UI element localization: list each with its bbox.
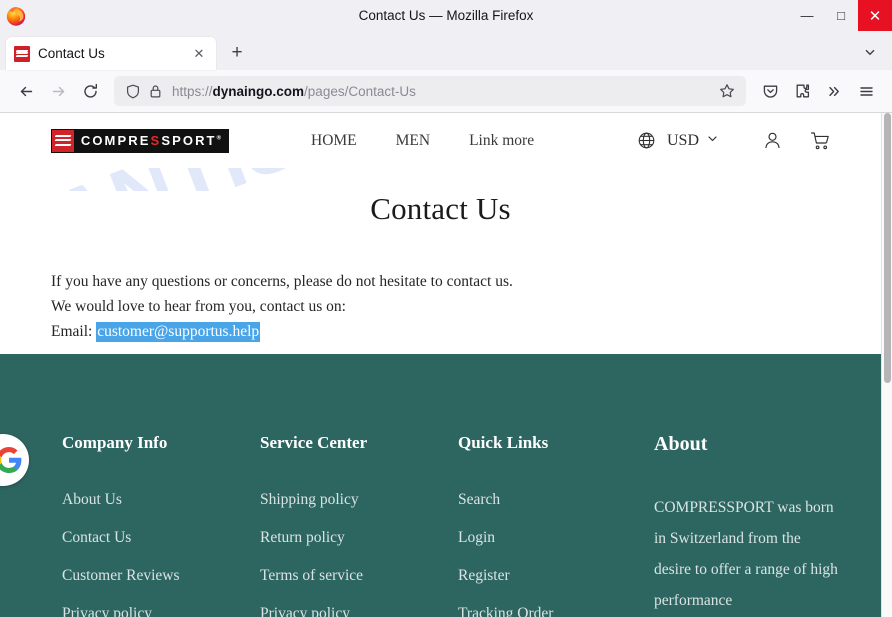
footer-link-return-policy[interactable]: Return policy: [260, 529, 458, 547]
footer-link-customer-reviews[interactable]: Customer Reviews: [62, 567, 260, 585]
footer-link-privacy-policy[interactable]: Privacy policy: [260, 605, 458, 617]
tab-title: Contact Us: [38, 46, 105, 61]
tab-list-chevron-icon[interactable]: [858, 40, 882, 64]
site-nav-menu: HOME MEN Link more: [311, 132, 534, 150]
site-footer: MYANTISPYWARE.COM Company Info About Us …: [0, 354, 881, 617]
contact-email-line: Email: customer@supportus.help: [51, 319, 881, 344]
contact-line-1: If you have any questions or concerns, p…: [51, 273, 513, 290]
url-bar[interactable]: https://dynaingo.com/pages/Contact-Us: [114, 76, 746, 106]
footer-column-quick-links: Quick Links Search Login Register Tracki…: [458, 433, 654, 617]
contact-body: If you have any questions or concerns, p…: [51, 269, 881, 344]
main-content: Contact Us If you have any questions or …: [0, 191, 881, 354]
footer-column-title: Company Info: [62, 433, 168, 452]
url-scheme: https://: [172, 83, 213, 99]
logo-text-after: SPORT: [161, 133, 217, 148]
tab-strip: Contact Us ✕ +: [0, 31, 892, 70]
footer-column-company-info: Company Info About Us Contact Us Custome…: [62, 433, 260, 617]
footer-link-about-us[interactable]: About Us: [62, 491, 260, 509]
tab-close-icon[interactable]: ✕: [190, 45, 208, 63]
bookmark-star-icon[interactable]: [716, 80, 738, 102]
email-address-selected[interactable]: customer@supportus.help: [96, 322, 261, 342]
nav-item-link-more[interactable]: Link more: [469, 132, 534, 150]
compressport-waves-icon: [52, 129, 74, 152]
forward-button[interactable]: [42, 75, 74, 107]
footer-link-contact-us[interactable]: Contact Us: [62, 529, 260, 547]
site-logo[interactable]: COMPRESSPORT®: [51, 128, 229, 153]
footer-about-title: About: [654, 433, 708, 455]
url-path: /pages/Contact-Us: [304, 83, 416, 99]
browser-window: Contact Us — Mozilla Firefox — □ ✕ Conta…: [0, 0, 892, 617]
lock-icon[interactable]: [144, 81, 166, 101]
nav-item-men[interactable]: MEN: [396, 132, 430, 150]
web-page: MYANTISPYWARE.COM COMPRESSPORT® HOME MEN…: [0, 113, 881, 617]
footer-column-about: About COMPRESSPORT was born in Switzerla…: [654, 433, 864, 617]
new-tab-button[interactable]: +: [222, 38, 252, 68]
footer-columns: Company Info About Us Contact Us Custome…: [0, 354, 881, 617]
footer-column-title: Quick Links: [458, 433, 549, 452]
compressport-favicon-icon: [14, 45, 30, 62]
footer-link-privacy-policy[interactable]: Privacy policy: [62, 605, 260, 617]
logo-text-before: COMPRE: [80, 133, 151, 148]
back-button[interactable]: [10, 75, 42, 107]
title-bar: Contact Us — Mozilla Firefox — □ ✕: [0, 0, 892, 31]
page-title: Contact Us: [370, 191, 511, 226]
site-header: COMPRESSPORT® HOME MEN Link more USD: [0, 113, 881, 168]
window-controls: — □ ✕: [790, 0, 892, 31]
reload-button[interactable]: [74, 75, 106, 107]
nav-item-home[interactable]: HOME: [311, 132, 357, 150]
pocket-save-icon[interactable]: [754, 75, 786, 107]
footer-column-title: Service Center: [260, 433, 368, 452]
logo-text-accent: S: [150, 133, 162, 148]
currency-selector[interactable]: USD: [634, 128, 719, 154]
currency-label: USD: [666, 131, 699, 149]
overflow-chevrons-icon[interactable]: [818, 75, 850, 107]
shield-icon[interactable]: [122, 81, 144, 101]
logo-registered-mark: ®: [216, 135, 224, 142]
scrollbar-thumb[interactable]: [884, 113, 891, 383]
navigation-toolbar: https://dynaingo.com/pages/Contact-Us: [0, 70, 892, 113]
browser-tab[interactable]: Contact Us ✕: [6, 37, 216, 70]
footer-about-text: COMPRESSPORT was born in Switzerland fro…: [654, 499, 838, 609]
hamburger-menu-icon[interactable]: [850, 75, 882, 107]
url-host: dynaingo.com: [212, 83, 305, 99]
minimize-button[interactable]: —: [790, 0, 824, 31]
url-text[interactable]: https://dynaingo.com/pages/Contact-Us: [172, 84, 716, 99]
puzzle-piece-icon[interactable]: [786, 75, 818, 107]
window-title: Contact Us — Mozilla Firefox: [358, 8, 534, 23]
footer-link-shipping-policy[interactable]: Shipping policy: [260, 491, 458, 509]
footer-column-service-center: Service Center Shipping policy Return po…: [260, 433, 458, 617]
globe-icon: [634, 128, 660, 154]
footer-link-register[interactable]: Register: [458, 567, 654, 585]
contact-line-2: We would love to hear from you, contact …: [51, 298, 346, 315]
page-scrollbar[interactable]: [881, 113, 892, 617]
footer-link-tracking-order[interactable]: Tracking Order: [458, 605, 654, 617]
site-logo-text: COMPRESSPORT®: [75, 133, 229, 148]
shopping-cart-icon[interactable]: [807, 128, 833, 154]
currency-chevron-down-icon: [706, 132, 719, 150]
email-label: Email:: [51, 323, 97, 340]
footer-link-login[interactable]: Login: [458, 529, 654, 547]
site-header-actions: USD: [634, 128, 833, 154]
footer-link-search[interactable]: Search: [458, 491, 654, 509]
firefox-logo-icon: [5, 5, 27, 27]
maximize-button[interactable]: □: [824, 0, 858, 31]
close-button[interactable]: ✕: [858, 0, 892, 31]
page-viewport: MYANTISPYWARE.COM COMPRESSPORT® HOME MEN…: [0, 113, 892, 617]
user-account-icon[interactable]: [759, 128, 785, 154]
footer-link-terms-of-service[interactable]: Terms of service: [260, 567, 458, 585]
